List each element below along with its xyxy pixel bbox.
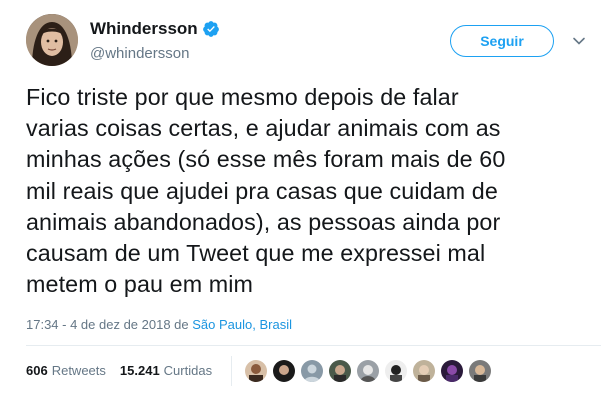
likes-count: 15.241 [119,363,160,378]
liker-avatar[interactable] [273,360,295,382]
tweet-text-line: animais abandonados), as pessoas ainda p… [26,208,501,235]
display-name[interactable]: Whindersson [90,19,198,39]
stats-separator [231,356,232,386]
location-link[interactable]: São Paulo, Brasil [192,317,292,332]
divider [26,345,601,346]
avatar[interactable] [26,14,78,66]
liker-avatars [245,360,497,382]
follow-button[interactable]: Seguir [450,25,554,57]
likes-stat[interactable]: 15.241 Curtidas [120,363,212,378]
tweet-text-line: minhas ações (só esse mês foram mais de … [26,146,506,173]
verified-badge-icon [203,21,219,37]
liker-avatar[interactable] [245,360,267,382]
tweet-meta: 17:34 - 4 de dez de 2018 de São Paulo, B… [26,317,292,332]
liker-avatar[interactable] [441,360,463,382]
tweet-text-line: metem o pau em mim [26,271,254,298]
liker-avatar[interactable] [301,360,323,382]
tweet-text-line: causam de um Tweet que me expressei mal [26,240,486,267]
tweet-text-line: mil reais que ajudei pra casas que cuida… [26,177,498,204]
liker-avatar[interactable] [357,360,379,382]
liker-avatar[interactable] [385,360,407,382]
retweets-label: Retweets [51,363,106,378]
tweet-card: Whindersson @whindersson Seguir Fico tri… [0,0,613,408]
liker-avatar[interactable] [469,360,491,382]
timestamp[interactable]: 17:34 - 4 de dez de 2018 de [26,317,189,332]
chevron-down-icon[interactable] [572,34,586,48]
tweet-text: Fico triste por que mesmo depois de fala… [26,82,601,300]
retweets-count: 606 [26,363,48,378]
handle[interactable]: @whindersson [90,45,189,62]
likes-label: Curtidas [163,363,213,378]
liker-avatar[interactable] [329,360,351,382]
tweet-text-line: varias coisas certas, e ajudar animais c… [26,115,501,142]
tweet-text-line: Fico triste por que mesmo depois de fala… [26,84,459,110]
tweet-stats: 606 Retweets 15.241 Curtidas [26,363,226,378]
liker-avatar[interactable] [413,360,435,382]
retweets-stat[interactable]: 606 Retweets [26,363,106,378]
